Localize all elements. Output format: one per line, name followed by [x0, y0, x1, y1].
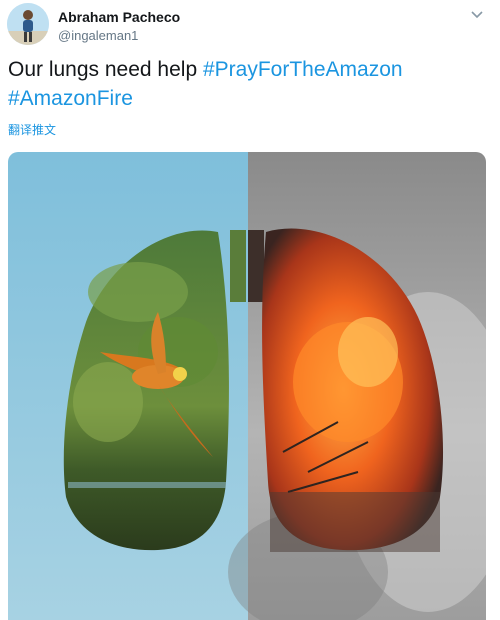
author-name[interactable]: Abraham Pacheco	[58, 8, 180, 26]
avatar[interactable]	[7, 3, 49, 45]
trachea-right	[248, 230, 264, 302]
tweet-body: Our lungs need help	[8, 58, 198, 81]
author-handle[interactable]: @ingaleman1	[58, 27, 180, 45]
hashtag-link[interactable]: #AmazonFire	[8, 87, 133, 110]
lungs-illustration	[8, 152, 486, 620]
tweet-card: Abraham Pacheco @ingaleman1 Our lungs ne…	[0, 0, 500, 620]
chevron-down-icon[interactable]	[468, 6, 486, 24]
author-block: Abraham Pacheco @ingaleman1	[58, 8, 180, 45]
translate-tweet-link[interactable]: 翻译推文	[8, 121, 56, 138]
hashtag-link[interactable]: #PrayForTheAmazon	[203, 58, 403, 81]
avatar-photo	[7, 3, 49, 45]
trachea-left	[230, 230, 246, 302]
tweet-image[interactable]	[8, 152, 486, 620]
tweet-text: Our lungs need help #PrayForTheAmazon #A…	[8, 55, 488, 113]
